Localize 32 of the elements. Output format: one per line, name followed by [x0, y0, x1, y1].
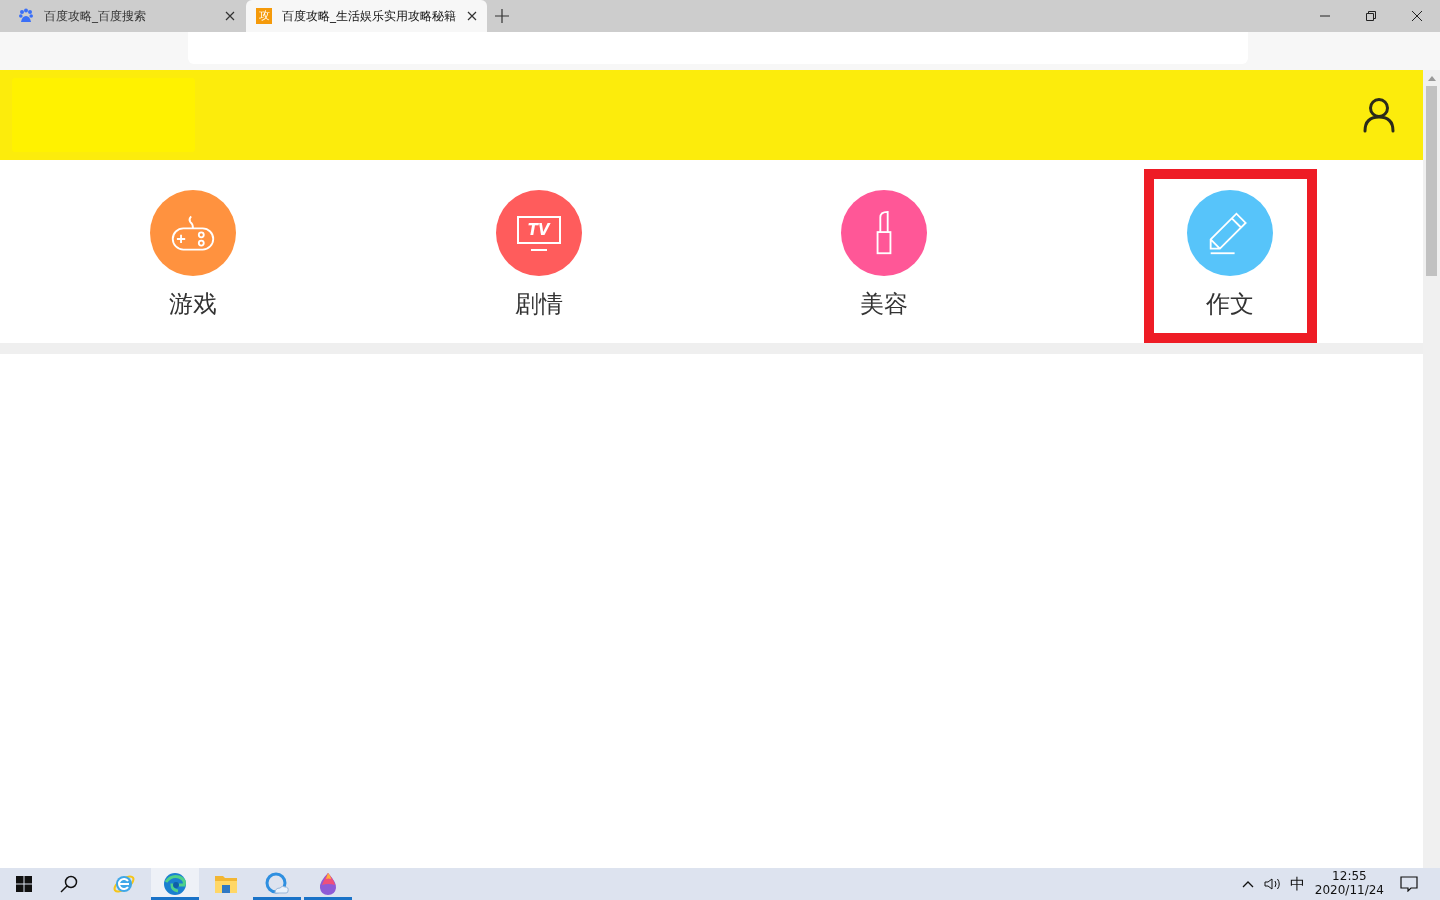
category-label: 作文 — [1206, 289, 1255, 320]
category-label: 美容 — [860, 289, 909, 320]
browser-tab[interactable]: 攻 百度攻略_生活娱乐实用攻略秘籍 — [246, 0, 487, 32]
notification-icon[interactable] — [1400, 876, 1418, 892]
category-label: 游戏 — [168, 289, 217, 320]
close-icon[interactable] — [225, 11, 235, 21]
clock-time[interactable]: 12:55 — [1332, 869, 1367, 883]
category-label: 剧情 — [514, 289, 563, 320]
speaker-icon[interactable] — [1263, 877, 1282, 891]
category-item[interactable]: TV 剧情 — [452, 169, 626, 343]
tab-favicon: 攻 — [256, 8, 272, 24]
swirl-logo-icon — [163, 872, 187, 896]
new-tab-icon[interactable] — [495, 9, 509, 23]
close-icon[interactable] — [467, 11, 477, 21]
clock-date[interactable]: 2020/11/24 — [1314, 883, 1384, 897]
close-icon[interactable] — [1411, 10, 1423, 22]
tab-title: 百度攻略_百度搜索 — [44, 7, 147, 25]
category-item[interactable]: 美容 — [797, 169, 971, 343]
taskbar-app[interactable] — [151, 868, 199, 900]
chevron-up-icon[interactable] — [1241, 880, 1254, 888]
browser-tab[interactable]: 百度攻略_百度搜索 — [0, 0, 245, 32]
paw-icon — [18, 8, 34, 24]
restore-icon[interactable] — [1365, 10, 1377, 22]
scroll-up-icon[interactable] — [1427, 76, 1436, 81]
windows-icon[interactable] — [16, 876, 32, 892]
tab-title: 百度攻略_生活娱乐实用攻略秘籍 — [282, 7, 457, 25]
cloud-logo-icon — [265, 872, 289, 896]
input-method-indicator[interactable]: 中 — [1289, 874, 1305, 894]
user-icon[interactable] — [1363, 97, 1395, 133]
category-item[interactable]: 游戏 — [106, 169, 280, 343]
scrollbar-thumb[interactable] — [1426, 86, 1437, 276]
search-icon[interactable] — [60, 875, 78, 893]
